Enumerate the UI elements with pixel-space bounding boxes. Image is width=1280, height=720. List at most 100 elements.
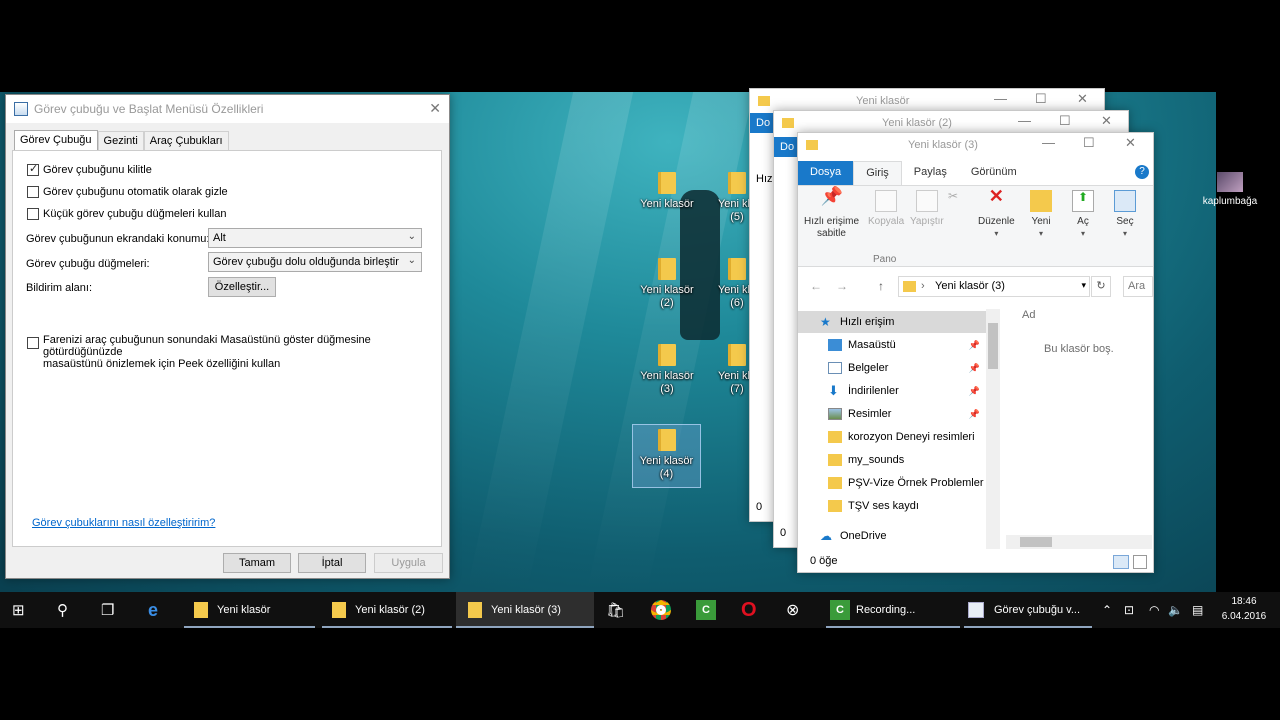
nav-item-pictures[interactable]: Resimler 📌	[798, 403, 986, 425]
notification-area-label: Bildirim alanı:	[26, 282, 93, 294]
maximize-icon[interactable]: ☐	[1083, 135, 1095, 151]
taskbar-item-recording[interactable]: C Recording...	[826, 592, 960, 628]
help-icon[interactable]: ?	[1135, 165, 1149, 179]
checkbox-box[interactable]	[27, 337, 39, 349]
volume-icon[interactable]: 🔈	[1168, 592, 1183, 628]
desktop-folder[interactable]: Yeni klasör (2)	[634, 258, 700, 310]
nav-item-desktop[interactable]: Masaüstü 📌	[798, 334, 986, 356]
minimize-icon[interactable]: —	[1018, 113, 1031, 128]
nav-item-documents[interactable]: Belgeler 📌	[798, 357, 986, 379]
maximize-icon[interactable]: ☐	[1035, 91, 1047, 107]
taskbar-properties-dialog[interactable]: Görev çubuğu ve Başlat Menüsü Özellikler…	[5, 94, 450, 579]
forward-arrow-icon[interactable]: →	[836, 279, 848, 293]
copy-button[interactable]: Kopyala	[868, 190, 904, 228]
apply-button[interactable]: Uygula	[374, 553, 443, 573]
peek-label-line: masaüstünü önizlemek için Peek özelliğin…	[43, 358, 281, 370]
column-header-name[interactable]: Ad	[1022, 309, 1035, 321]
chrome-icon[interactable]	[651, 592, 671, 628]
close-icon[interactable]: ✕	[429, 100, 441, 117]
chevron-right-icon: ›	[921, 280, 925, 292]
camtasia-icon[interactable]: C	[696, 592, 716, 628]
nav-item-folder[interactable]: my_sounds	[798, 449, 986, 471]
nav-item-folder[interactable]: TŞV ses kaydı	[798, 495, 986, 517]
position-select[interactable]: Alt ⌄	[208, 228, 422, 248]
cancel-button[interactable]: İptal	[298, 553, 366, 573]
folder-icon	[332, 602, 346, 618]
taskbar-item-taskbar-props[interactable]: Görev çubuğu v...	[964, 592, 1092, 628]
small-buttons-checkbox[interactable]: Küçük görev çubuğu düğmeleri kullan	[27, 208, 226, 220]
taskbar-item-label: Görev çubuğu v...	[994, 604, 1081, 616]
taskbar-item-folder-2[interactable]: Yeni klasör (2)	[322, 592, 452, 628]
nav-item-quick-access[interactable]: ★ Hızlı erişim	[798, 311, 986, 333]
navigation-scrollbar[interactable]	[986, 309, 1000, 549]
scrollbar-thumb[interactable]	[1020, 537, 1052, 547]
details-view-icon[interactable]	[1113, 555, 1129, 569]
checkbox-box[interactable]	[27, 208, 39, 220]
task-view-icon[interactable]: ❐	[101, 592, 114, 628]
tab-taskbar[interactable]: Görev Çubuğu	[14, 130, 98, 151]
desktop-icon-kaplumbaga[interactable]: kaplumbağa	[1196, 172, 1264, 207]
up-arrow-icon[interactable]: ↑	[878, 279, 884, 293]
folder-icon	[468, 602, 482, 618]
address-bar[interactable]: › Yeni klasör (3) ▾	[898, 276, 1090, 297]
paste-button[interactable]: Yapıştır	[910, 190, 944, 228]
desktop-folder[interactable]: Yeni klasör (3)	[634, 344, 700, 396]
store-icon[interactable]: 🛍	[606, 592, 625, 628]
network-device-icon[interactable]: ⊡	[1124, 592, 1134, 628]
select-button[interactable]: Seç ▾	[1114, 190, 1136, 240]
close-icon[interactable]: ✕	[1101, 113, 1112, 129]
back-arrow-icon[interactable]: ←	[810, 279, 822, 293]
tab-toolbars[interactable]: Araç Çubukları	[143, 131, 229, 152]
horizontal-scrollbar[interactable]	[1006, 535, 1152, 549]
taskbar-item-folder-1[interactable]: Yeni klasör	[184, 592, 315, 628]
search-icon[interactable]: ⚲	[57, 592, 68, 628]
minimize-icon[interactable]: —	[1042, 135, 1055, 150]
show-hidden-icons-icon[interactable]: ⌃	[1102, 592, 1112, 628]
ok-button[interactable]: Tamam	[223, 553, 291, 573]
buttons-select[interactable]: Görev çubuğu dolu olduğunda birleştir ⌄	[208, 252, 422, 272]
taskbar-clock[interactable]: 18:46 6.04.2016	[1218, 594, 1270, 624]
nav-item-onedrive[interactable]: ☁ OneDrive	[798, 525, 986, 547]
organize-button[interactable]: ✕ Düzenle ▾	[978, 187, 1015, 240]
close-icon[interactable]: ✕	[1077, 91, 1088, 107]
minimize-icon[interactable]: —	[994, 91, 1007, 106]
pin-to-quick-access-button[interactable]: 📌 Hızlı erişime sabitle	[804, 187, 859, 240]
customize-button[interactable]: Özelleştir...	[208, 277, 276, 297]
search-input[interactable]: Ara	[1123, 276, 1153, 297]
close-icon[interactable]: ✕	[1125, 135, 1136, 151]
tab-home[interactable]: Giriş	[853, 161, 902, 185]
tab-share[interactable]: Paylaş	[902, 161, 959, 185]
edge-icon[interactable]: e	[148, 592, 158, 628]
desktop-folder[interactable]: Yeni klasör	[634, 172, 700, 211]
chevron-down-icon[interactable]: ▾	[1081, 280, 1086, 291]
help-link[interactable]: Görev çubuklarını nasıl özelleştiririm?	[32, 517, 215, 529]
wifi-icon[interactable]: ◠	[1149, 592, 1159, 628]
explorer-window[interactable]: Yeni klasör (3) — ☐ ✕ Dosya Giriş Paylaş…	[797, 132, 1154, 573]
lock-taskbar-checkbox[interactable]: Görev çubuğunu kilitle	[27, 162, 152, 176]
new-button[interactable]: Yeni ▾	[1030, 190, 1052, 240]
start-icon[interactable]: ⊞	[12, 592, 25, 628]
checkbox-box[interactable]	[27, 186, 39, 198]
refresh-icon[interactable]: ↻	[1091, 276, 1111, 297]
open-button[interactable]: ⬆ Aç ▾	[1072, 190, 1094, 240]
taskbar-item-folder-3[interactable]: Yeni klasör (3)	[456, 592, 594, 628]
tab-view[interactable]: Görünüm	[959, 161, 1029, 185]
nav-item-downloads[interactable]: ⬇ İndirilenler 📌	[798, 380, 986, 402]
cut-icon[interactable]: ✂	[948, 190, 958, 202]
desktop-folder-selected[interactable]: Yeni klasör (4)	[632, 424, 701, 488]
xbox-icon[interactable]: ⊗	[786, 592, 799, 628]
window-title: Yeni klasör (2)	[882, 117, 952, 129]
checkbox-box[interactable]	[27, 162, 39, 176]
opera-icon[interactable]: O	[741, 592, 757, 628]
auto-hide-checkbox[interactable]: Görev çubuğunu otomatik olarak gizle	[27, 186, 228, 198]
tab-navigation[interactable]: Gezinti	[97, 131, 144, 152]
maximize-icon[interactable]: ☐	[1059, 113, 1071, 129]
scrollbar-thumb[interactable]	[988, 323, 998, 369]
nav-item-folder[interactable]: korozyon Deneyi resimleri	[798, 426, 986, 448]
peek-checkbox[interactable]: Farenizi araç çubuğunun sonundaki Masaüs…	[27, 334, 441, 370]
tab-file[interactable]: Dosya	[798, 161, 854, 185]
nav-item-folder[interactable]: PŞV-Vize Örnek Problemler	[798, 472, 986, 494]
large-icons-view-icon[interactable]	[1133, 555, 1147, 569]
checkbox-label: Küçük görev çubuğu düğmeleri kullan	[43, 208, 227, 220]
action-center-icon[interactable]: ▤	[1192, 592, 1203, 628]
